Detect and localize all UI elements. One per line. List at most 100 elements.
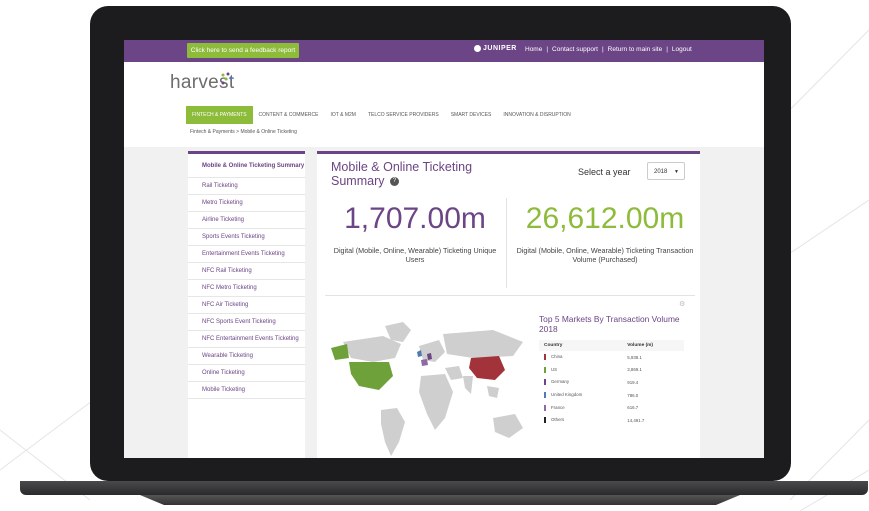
table-row[interactable]: China 5,938.1	[539, 351, 684, 364]
transaction-volume-value: 26,612.00m	[525, 202, 685, 235]
sidebar-item-rail[interactable]: Rail Ticketing	[188, 178, 305, 195]
top-markets-table: Country Volume (m) China 5,938.1 US 3,869.1…	[539, 340, 684, 427]
table-row[interactable]: Others 14,491.7	[539, 414, 684, 427]
country-cell: Others	[539, 414, 622, 427]
country-cell: France	[539, 401, 622, 414]
sidebar-item-wearable[interactable]: Wearable Ticketing	[188, 348, 305, 365]
year-select-value: 2018	[654, 169, 668, 175]
sidebar-item-nfc-air[interactable]: NFC Air Ticketing	[188, 297, 305, 314]
transaction-volume-stat: 26,612.00m Digital (Mobile, Online, Wear…	[513, 202, 697, 264]
legend-swatch	[544, 417, 546, 424]
main-nav: FINTECH & PAYMENTS CONTENT & COMMERCE IO…	[186, 106, 577, 124]
sidebar-item-nfc-rail[interactable]: NFC Rail Ticketing	[188, 263, 305, 280]
dropdown-caret-icon: ▼	[674, 169, 679, 175]
top-nav-contact[interactable]: Contact support	[552, 46, 598, 53]
map-russia	[443, 330, 523, 358]
country-name: US	[551, 367, 558, 373]
nav-tab-content[interactable]: CONTENT & COMMERCE	[253, 106, 325, 124]
nav-tab-smart-devices[interactable]: SMART DEVICES	[445, 106, 498, 124]
top-nav: Home | Contact support | Return to main site…	[525, 46, 692, 53]
legend-swatch	[544, 404, 546, 411]
volume-cell: 5,938.1	[627, 354, 642, 360]
volume-cell: 14,491.7	[627, 417, 645, 423]
settings-gear-icon[interactable]: ⚙	[679, 300, 685, 308]
table-header-row: Country Volume (m)	[539, 340, 684, 351]
juniper-logo[interactable]: JUNIPER	[474, 45, 517, 52]
top-nav-logout[interactable]: Logout	[672, 46, 692, 53]
country-name: United Kingdom	[551, 392, 583, 398]
year-label: Select a year	[578, 167, 631, 177]
help-icon[interactable]: ?	[389, 177, 399, 187]
country-name: China	[551, 354, 563, 360]
volume-cell: 919.4	[627, 379, 639, 385]
sidebar-item-summary[interactable]: Mobile & Online Ticketing Summary	[188, 154, 305, 178]
nav-tab-fintech[interactable]: FINTECH & PAYMENTS	[186, 106, 253, 124]
map-australia	[493, 414, 523, 438]
transaction-volume-label: Digital (Mobile, Online, Wearable) Ticke…	[516, 246, 694, 264]
table-row[interactable]: France 616.7	[539, 401, 684, 414]
nav-tab-innovation[interactable]: INNOVATION & DISRUPTION	[497, 106, 576, 124]
country-cell: US	[539, 364, 622, 377]
breadcrumb: Fintech & Payments > Mobile & Online Tic…	[190, 129, 297, 135]
country-cell: United Kingdom	[539, 389, 622, 402]
volume-cell: 786.0	[627, 392, 639, 398]
legend-swatch	[544, 379, 546, 386]
map-us	[349, 362, 393, 390]
laptop-screen: Click here to send a feedback report JUN…	[124, 40, 764, 458]
sidebar-item-sports[interactable]: Sports Events Ticketing	[188, 229, 305, 246]
sidebar-item-airline[interactable]: Airline Ticketing	[188, 212, 305, 229]
top-bar: Click here to send a feedback report JUN…	[124, 40, 764, 62]
world-map[interactable]	[323, 314, 533, 458]
map-africa	[419, 374, 453, 430]
map-middle-east	[445, 366, 463, 380]
sidebar-item-entertainment[interactable]: Entertainment Events Ticketing	[188, 246, 305, 263]
laptop-foot	[140, 495, 740, 505]
map-france	[421, 359, 428, 366]
volume-cell: 3,869.1	[627, 367, 642, 373]
sidebar: Mobile & Online Ticketing Summary Rail T…	[188, 151, 305, 458]
feedback-button[interactable]: Click here to send a feedback report	[187, 43, 299, 58]
unique-users-stat: 1,707.00m Digital (Mobile, Online, Weara…	[325, 202, 505, 264]
unique-users-label: Digital (Mobile, Online, Wearable) Ticke…	[333, 246, 497, 264]
table-body: China 5,938.1 US 3,869.1 Germany 919.4 United …	[539, 351, 684, 427]
harvest-logo-dots-icon	[221, 72, 233, 85]
section-divider	[325, 295, 695, 296]
sidebar-item-nfc-metro[interactable]: NFC Metro Ticketing	[188, 280, 305, 297]
sidebar-item-nfc-entertainment[interactable]: NFC Entertainment Events Ticketing	[188, 331, 305, 348]
country-cell: China	[539, 351, 622, 364]
top-nav-home[interactable]: Home	[525, 46, 542, 53]
table-row[interactable]: United Kingdom 786.0	[539, 389, 684, 402]
table-row[interactable]: US 3,869.1	[539, 364, 684, 377]
map-alaska	[331, 344, 349, 360]
sidebar-item-metro[interactable]: Metro Ticketing	[188, 195, 305, 212]
page-title-text: Mobile & Online Ticketing Summary	[331, 160, 473, 188]
sidebar-item-online[interactable]: Online Ticketing	[188, 365, 305, 382]
year-select[interactable]: 2018 ▼	[647, 162, 685, 180]
unique-users-value: 1,707.00m	[344, 202, 486, 235]
laptop-base	[20, 481, 868, 495]
nav-tab-iot[interactable]: IOT & M2M	[324, 106, 361, 124]
stat-divider	[506, 198, 507, 288]
legend-swatch	[544, 366, 546, 373]
country-name: Others	[551, 417, 565, 423]
map-india	[463, 376, 473, 394]
legend-swatch	[544, 392, 546, 399]
country-cell: Germany	[539, 376, 622, 389]
map-china	[469, 356, 505, 380]
column-header-volume: Volume (m)	[622, 340, 684, 351]
column-header-country: Country	[539, 340, 623, 351]
legend-swatch	[544, 354, 546, 361]
top-markets-panel: Top 5 Markets By Transaction Volume 2018…	[539, 314, 689, 427]
sidebar-item-nfc-sports[interactable]: NFC Sports Event Ticketing	[188, 314, 305, 331]
header: harvest FINTECH & PAYMENTS CONTENT & COM…	[124, 62, 764, 147]
juniper-logo-text: JUNIPER	[483, 45, 517, 52]
nav-tab-telco[interactable]: TELCO SERVICE PROVIDERS	[362, 106, 445, 124]
sidebar-item-mobile[interactable]: Mobile Ticketing	[188, 382, 305, 399]
page-title: Mobile & Online Ticketing Summary ?	[331, 160, 511, 188]
top-nav-return[interactable]: Return to main site	[608, 46, 663, 53]
table-row[interactable]: Germany 919.4	[539, 376, 684, 389]
map-south-america	[381, 408, 405, 456]
country-name: Germany	[551, 379, 570, 385]
country-name: France	[551, 404, 565, 410]
juniper-logo-icon	[474, 45, 481, 52]
